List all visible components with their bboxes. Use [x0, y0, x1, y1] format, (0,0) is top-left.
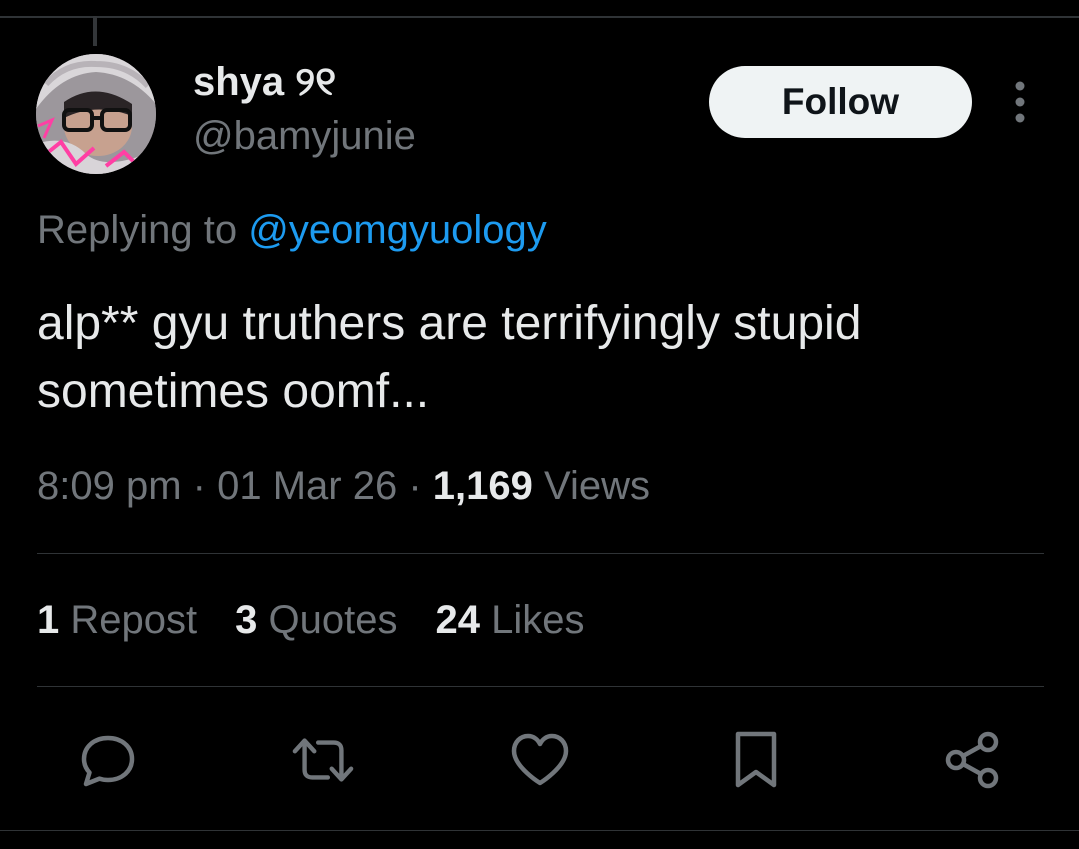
follow-button[interactable]: Follow — [709, 66, 972, 138]
bottom-divider — [0, 830, 1079, 831]
reply-mention-link[interactable]: @yeomgyuology — [248, 208, 547, 252]
meta-separator: · — [408, 464, 422, 508]
quotes-count: 3 — [235, 598, 258, 642]
more-vertical-icon — [1015, 81, 1025, 123]
avatar-image — [36, 54, 156, 174]
tweet-time[interactable]: 8:09 pm — [37, 464, 182, 508]
likes-label: Likes — [491, 598, 585, 642]
reposts-label: Repost — [70, 598, 198, 642]
quotes-stat[interactable]: 3 Quotes — [235, 598, 397, 643]
stats-bottom-divider — [37, 686, 1044, 687]
tweet-meta: 8:09 pm · 01 Mar 26 · 1,169 Views — [37, 464, 650, 509]
likes-count: 24 — [435, 598, 480, 642]
views-count: 1,169 — [432, 464, 533, 508]
thread-connector-line — [93, 16, 97, 46]
repost-button[interactable] — [291, 728, 355, 792]
tweet-date[interactable]: 01 Mar 26 — [217, 464, 397, 508]
like-button[interactable] — [508, 728, 572, 792]
bookmark-icon — [735, 731, 777, 788]
author-display-name[interactable]: shya ୨୧ — [193, 60, 336, 105]
bookmark-button[interactable] — [724, 728, 788, 792]
repost-icon — [292, 738, 354, 782]
avatar[interactable] — [36, 54, 156, 174]
replying-to-line: Replying to @yeomgyuology — [37, 208, 547, 253]
reply-button[interactable] — [76, 728, 140, 792]
quotes-label: Quotes — [268, 598, 398, 642]
heart-icon — [511, 733, 569, 786]
replying-to-prefix: Replying to — [37, 208, 249, 252]
views-label: Views — [544, 464, 651, 508]
top-divider — [0, 16, 1079, 18]
author-handle[interactable]: @bamyjunie — [193, 114, 416, 159]
engagement-stats: 1 Repost 3 Quotes 24 Likes — [37, 598, 584, 643]
tweet-text: alp** gyu truthers are terrifyingly stup… — [37, 297, 862, 418]
meta-separator: · — [192, 464, 206, 508]
share-icon — [945, 731, 999, 789]
reposts-count: 1 — [37, 598, 60, 642]
stats-top-divider — [37, 553, 1044, 554]
action-bar — [0, 728, 1079, 792]
more-options-button[interactable] — [1000, 80, 1040, 124]
share-button[interactable] — [940, 728, 1004, 792]
reply-icon — [81, 735, 135, 787]
likes-stat[interactable]: 24 Likes — [435, 598, 584, 643]
reposts-stat[interactable]: 1 Repost — [37, 598, 197, 643]
